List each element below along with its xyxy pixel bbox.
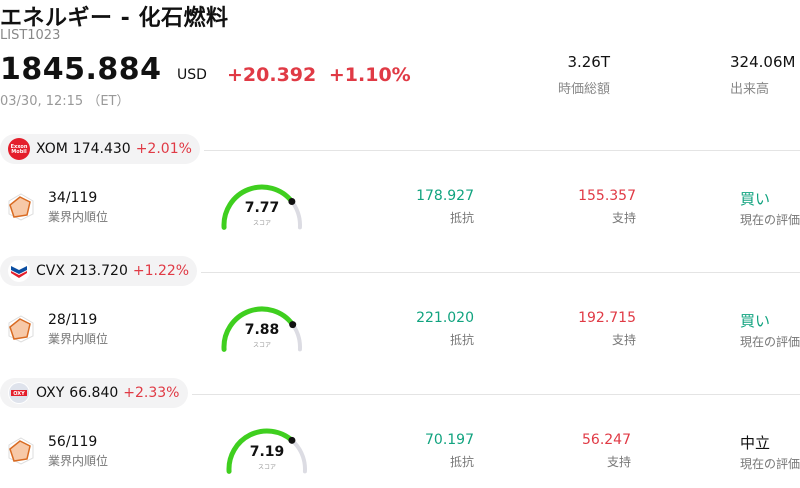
industry-rank-icon (8, 193, 34, 221)
company-logo-icon: Exxon Mobil (8, 138, 30, 160)
score-label: スコア (252, 220, 271, 227)
score-value: 7.77 (244, 200, 280, 216)
industry-rank-label: 業界内順位 (48, 454, 109, 468)
industry-rank-value: 56/119 (48, 434, 98, 450)
resistance-label: 抵抗 (449, 211, 474, 225)
score-value: 7.19 (249, 444, 285, 460)
index-price: 1845.884 (0, 52, 162, 87)
currency-label: USD (177, 67, 207, 83)
industry-rank-icon (8, 437, 34, 465)
evaluation-label: 現在の評価 (740, 213, 800, 227)
volume-label: 出来高 (730, 82, 770, 97)
stock-pill-xom[interactable]: Exxon Mobil XOM 174.430 +2.01% (0, 134, 200, 164)
stock-symbol: CVX (36, 263, 65, 279)
row-divider (204, 150, 800, 151)
evaluation-value: 中立 (740, 434, 771, 452)
industry-rank-label: 業界内順位 (48, 210, 109, 224)
score-value: 7.88 (244, 322, 280, 338)
support-value: 155.357 (578, 188, 636, 204)
stock-symbol: OXY (36, 385, 65, 401)
support-value: 56.247 (582, 432, 631, 448)
industry-rank-value: 28/119 (48, 312, 98, 328)
timestamp: 03/30, 12:15 （ET） (0, 94, 130, 109)
resistance-value: 178.927 (416, 188, 474, 204)
score-label: スコア (257, 464, 276, 471)
stock-price: 213.720 (69, 263, 128, 279)
list-code: LIST1023 (0, 28, 61, 43)
svg-text:OXY: OXY (13, 391, 25, 397)
evaluation-value: 買い (740, 312, 771, 330)
volume-value: 324.06M (730, 53, 796, 71)
resistance-value: 221.020 (416, 310, 474, 326)
svg-text:Mobil: Mobil (11, 149, 27, 155)
market-cap-label: 時価総額 (557, 82, 610, 97)
evaluation-label: 現在の評価 (740, 335, 800, 349)
evaluation-value: 買い (740, 190, 771, 208)
company-logo-icon: OXY (8, 382, 30, 404)
stock-price: 66.840 (69, 385, 119, 401)
evaluation-label: 現在の評価 (740, 457, 800, 471)
resistance-label: 抵抗 (449, 333, 474, 347)
gauge-marker (288, 436, 296, 444)
stock-change-percent: +1.22% (132, 263, 190, 279)
support-label: 支持 (611, 211, 636, 225)
market-cap-value: 3.26T (567, 53, 610, 71)
price-change-value: +20.392 (227, 64, 317, 86)
industry-rank-icon (8, 315, 34, 343)
company-logo-icon (8, 260, 30, 282)
score-label: スコア (252, 342, 271, 349)
row-divider (192, 394, 800, 395)
stock-change-percent: +2.01% (135, 141, 192, 157)
industry-rank-value: 34/119 (48, 190, 98, 206)
price-change-percent: +1.10% (328, 64, 411, 86)
price-change: +20.392 +1.10% (227, 64, 411, 86)
industry-rank-label: 業界内順位 (48, 332, 109, 346)
stock-symbol: XOM (36, 141, 68, 157)
support-label: 支持 (606, 455, 631, 469)
resistance-label: 抵抗 (449, 455, 474, 469)
support-value: 192.715 (578, 310, 636, 326)
support-label: 支持 (611, 333, 636, 347)
row-divider (201, 272, 800, 273)
stock-pill-cvx[interactable]: CVX 213.720 +1.22% (0, 256, 198, 286)
stock-price: 174.430 (72, 141, 131, 157)
stock-pill-oxy[interactable]: OXY OXY 66.840 +2.33% (0, 378, 188, 408)
resistance-value: 70.197 (425, 432, 474, 448)
stock-change-percent: +2.33% (123, 385, 180, 401)
